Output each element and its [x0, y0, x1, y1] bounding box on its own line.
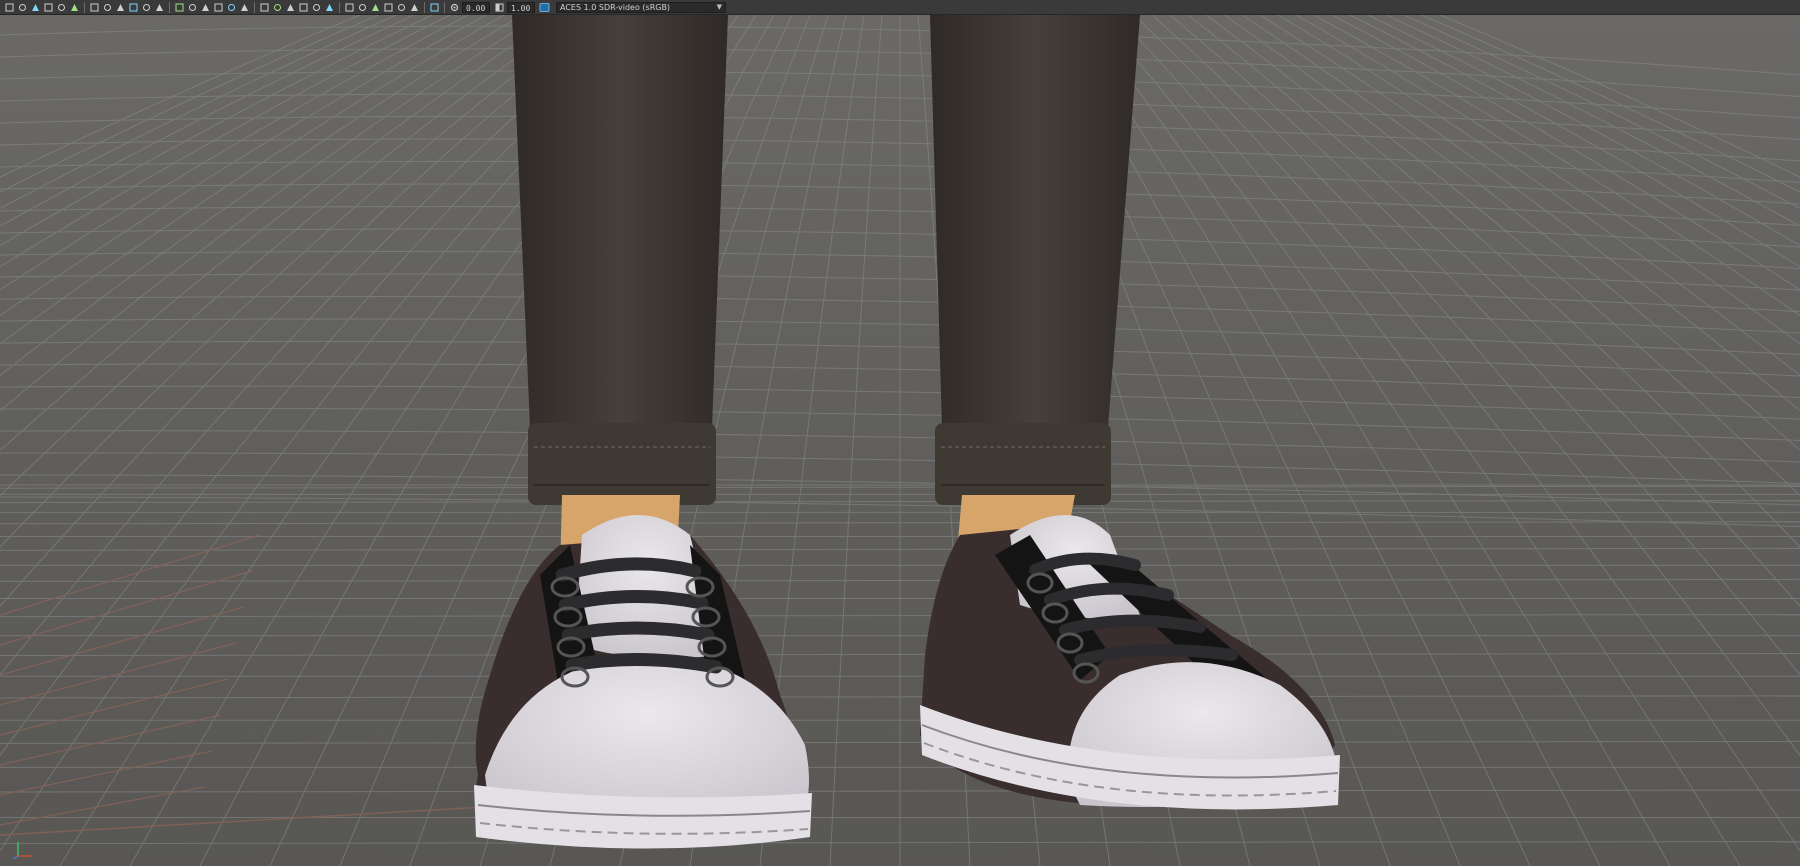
gear-icon[interactable]	[429, 2, 440, 13]
viewport-toolbar: 0.00 1.00 ACES 1.0 SDR-video (sRGB) ▼	[0, 0, 1800, 15]
toolbar-icon-group	[4, 0, 442, 15]
camera-icon[interactable]	[17, 2, 28, 13]
wireframe-icon[interactable]	[102, 2, 113, 13]
paste-icon[interactable]	[396, 2, 407, 13]
axis-gizmo-icon	[12, 842, 32, 860]
bbox-icon[interactable]	[259, 2, 270, 13]
toolbar-separator	[339, 1, 340, 13]
axis-z-line	[12, 855, 19, 860]
compare-icon[interactable]	[154, 2, 165, 13]
gamma-input[interactable]: 1.00	[507, 1, 535, 13]
grid-icon[interactable]	[89, 2, 100, 13]
film-icon[interactable]	[30, 2, 41, 13]
color-space-dropdown[interactable]: ACES 1.0 SDR-video (sRGB) ▼	[556, 1, 726, 13]
gamma-icon[interactable]	[494, 2, 505, 13]
layers-icon[interactable]	[174, 2, 185, 13]
chevron-down-icon: ▼	[716, 2, 722, 11]
env-icon[interactable]	[298, 2, 309, 13]
arrow-icon[interactable]	[357, 2, 368, 13]
toolbar-separator	[424, 1, 425, 13]
color-space-label: ACES 1.0 SDR-video (sRGB)	[560, 2, 671, 12]
brush-icon[interactable]	[324, 2, 335, 13]
toolbar-separator	[84, 1, 85, 13]
measure-icon[interactable]	[69, 2, 80, 13]
material-icon[interactable]	[285, 2, 296, 13]
copy-icon[interactable]	[383, 2, 394, 13]
shade-icon[interactable]	[213, 2, 224, 13]
region-icon[interactable]	[128, 2, 139, 13]
lock-icon[interactable]	[43, 2, 54, 13]
smooth-icon[interactable]	[239, 2, 250, 13]
display-icon[interactable]	[539, 2, 550, 13]
exposure-input[interactable]: 0.00	[462, 1, 490, 13]
cube-icon[interactable]	[200, 2, 211, 13]
safe-frame-icon[interactable]	[115, 2, 126, 13]
select-icon[interactable]	[344, 2, 355, 13]
toolbar-separator	[254, 1, 255, 13]
pant-leg-right	[930, 15, 1140, 427]
toolbar-separator	[169, 1, 170, 13]
toolbar-separator	[444, 1, 445, 13]
texture-icon[interactable]	[272, 2, 283, 13]
text-icon[interactable]	[187, 2, 198, 13]
snapshot-icon[interactable]	[409, 2, 420, 13]
pant-cuff-right	[935, 423, 1111, 505]
light-icon[interactable]	[226, 2, 237, 13]
pant-leg-left	[512, 15, 728, 427]
exposure-icon[interactable]	[449, 2, 460, 13]
pin-icon[interactable]	[56, 2, 67, 13]
color-icon[interactable]	[311, 2, 322, 13]
render-icon[interactable]	[4, 2, 15, 13]
scene-render	[0, 15, 1800, 866]
move-icon[interactable]	[370, 2, 381, 13]
pant-cuff-left	[528, 423, 716, 505]
crop-icon[interactable]	[141, 2, 152, 13]
3d-viewport[interactable]	[0, 15, 1800, 866]
